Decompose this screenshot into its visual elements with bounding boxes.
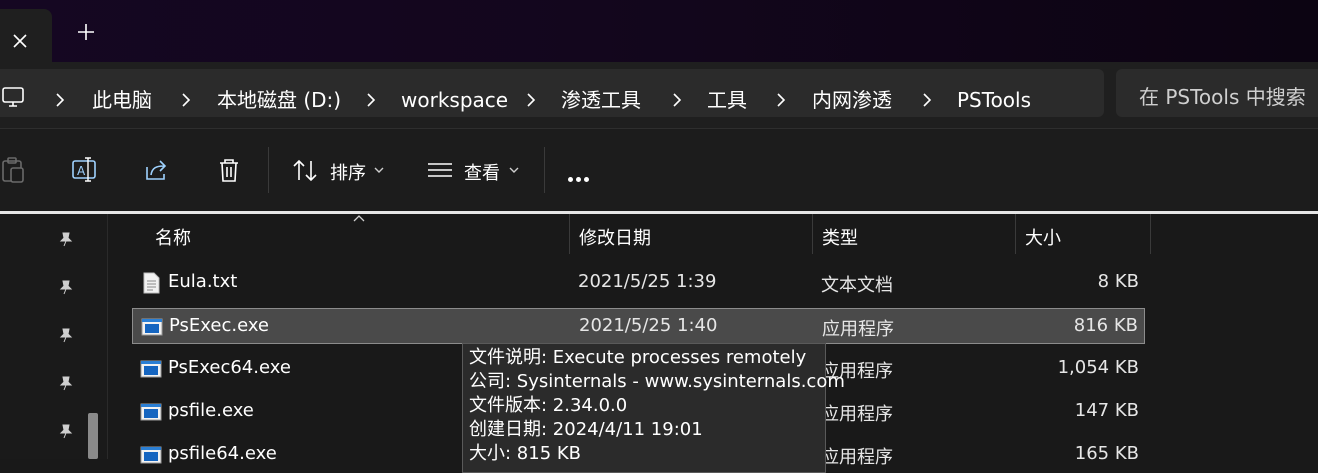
delete-icon[interactable]: [214, 155, 244, 185]
file-date: 2021/5/25 1:39: [578, 271, 717, 292]
breadcrumb-this-pc[interactable]: 此电脑: [92, 88, 152, 112]
toolbar-separator: [544, 147, 545, 193]
file-type: 文本文档: [821, 275, 893, 296]
rename-icon[interactable]: A: [70, 155, 100, 185]
breadcrumb-tools[interactable]: 工具: [707, 88, 747, 112]
pin-icon[interactable]: [58, 375, 74, 391]
chevron-down-icon[interactable]: [509, 166, 519, 174]
view-icon[interactable]: [425, 155, 455, 185]
file-size: 165 KB: [1074, 443, 1139, 464]
tooltip-created: 创建日期: 2024/4/11 19:01: [469, 419, 703, 440]
address-row: 此电脑 本地磁盘 (D:) workspace 渗透工具 工具 内网渗透 PST…: [0, 62, 1318, 128]
chevron-right-icon[interactable]: [776, 92, 786, 108]
breadcrumb-local-disk[interactable]: 本地磁盘 (D:): [217, 88, 341, 112]
file-date: 2021/5/25 1:40: [579, 315, 718, 336]
tooltip-version: 文件版本: 2.34.0.0: [469, 395, 628, 416]
more-icon[interactable]: [568, 167, 592, 186]
chevron-right-icon[interactable]: [181, 92, 191, 108]
file-name: psfile.exe: [168, 400, 254, 421]
text-file-icon: [143, 272, 160, 294]
toolbar-separator: [268, 147, 269, 193]
sort-arrow-icon: [353, 215, 365, 222]
file-type: 应用程序: [821, 447, 893, 468]
plus-icon[interactable]: [76, 22, 96, 42]
sort-icon[interactable]: [290, 155, 320, 185]
pin-icon[interactable]: [58, 423, 74, 439]
chevron-right-icon[interactable]: [366, 92, 376, 108]
close-icon[interactable]: [10, 31, 30, 51]
address-bar[interactable]: 此电脑 本地磁盘 (D:) workspace 渗透工具 工具 内网渗透 PST…: [0, 69, 1104, 117]
pin-icon[interactable]: [58, 279, 74, 295]
sort-button-label[interactable]: 排序: [330, 159, 366, 185]
column-header-name[interactable]: 名称: [155, 224, 191, 250]
title-bar: [0, 0, 1318, 62]
monitor-icon[interactable]: [2, 85, 26, 109]
chevron-right-icon[interactable]: [672, 92, 682, 108]
breadcrumb-workspace[interactable]: workspace: [401, 88, 508, 112]
tooltip-company: 公司: Sysinternals - www.sysinternals.com: [469, 371, 845, 392]
file-type: 应用程序: [822, 319, 894, 340]
column-header-size[interactable]: 大小: [1025, 224, 1061, 250]
share-icon[interactable]: [142, 155, 172, 185]
column-divider[interactable]: [1015, 214, 1016, 254]
column-divider[interactable]: [812, 214, 813, 254]
svg-text:A: A: [77, 164, 86, 178]
file-size: 8 KB: [1097, 271, 1139, 292]
exe-file-icon: [141, 318, 163, 336]
tooltip-size: 大小: 815 KB: [469, 443, 582, 464]
file-row-selected[interactable]: PsExec.exe 2021/5/25 1:40 应用程序 816 KB: [132, 308, 1145, 344]
command-bar: A 排序 查看: [0, 129, 1318, 211]
file-size: 147 KB: [1074, 400, 1139, 421]
file-name: PsExec64.exe: [168, 357, 291, 378]
file-size: 816 KB: [1073, 315, 1138, 336]
file-info-tooltip: 文件说明: Execute processes remotely 公司: Sys…: [462, 343, 845, 473]
paste-icon[interactable]: [0, 155, 30, 185]
file-row[interactable]: Eula.txt 2021/5/25 1:39 文本文档 8 KB: [132, 265, 1145, 301]
nav-scrollbar[interactable]: [88, 413, 98, 459]
file-type: 应用程序: [821, 404, 893, 425]
chevron-down-icon[interactable]: [374, 166, 384, 174]
tooltip-description: 文件说明: Execute processes remotely: [469, 347, 807, 368]
exe-file-icon: [140, 446, 162, 464]
file-name: psfile64.exe: [168, 443, 277, 464]
breadcrumb-pstools[interactable]: PSTools: [957, 88, 1031, 112]
active-tab[interactable]: [0, 9, 52, 62]
search-placeholder: 在 PSTools 中搜索: [1139, 85, 1306, 109]
breadcrumb-pentest-tools[interactable]: 渗透工具: [561, 88, 641, 112]
file-name: PsExec.exe: [169, 315, 270, 336]
column-header-type[interactable]: 类型: [822, 224, 858, 250]
chevron-right-icon[interactable]: [526, 92, 536, 108]
view-button-label[interactable]: 查看: [464, 159, 500, 185]
file-size: 1,054 KB: [1057, 357, 1139, 378]
column-divider[interactable]: [1150, 214, 1151, 254]
column-divider[interactable]: [569, 214, 570, 254]
chevron-right-icon[interactable]: [55, 92, 65, 108]
file-name: Eula.txt: [168, 271, 238, 292]
search-input[interactable]: 在 PSTools 中搜索: [1116, 69, 1318, 117]
pin-icon[interactable]: [58, 231, 74, 247]
exe-file-icon: [140, 360, 162, 378]
breadcrumb-intranet[interactable]: 内网渗透: [812, 88, 892, 112]
column-header-modified[interactable]: 修改日期: [579, 224, 651, 250]
pin-icon[interactable]: [58, 327, 74, 343]
exe-file-icon: [140, 403, 162, 421]
chevron-right-icon[interactable]: [922, 92, 932, 108]
